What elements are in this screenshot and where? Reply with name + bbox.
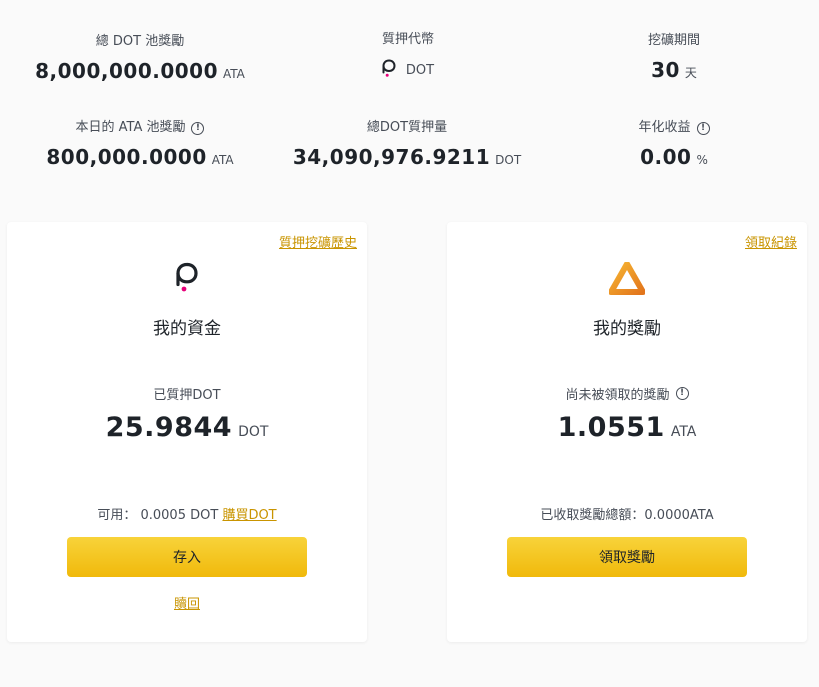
claim-records-link[interactable]: 領取紀錄 <box>745 232 797 251</box>
available-text: 可用： 0.0005 DOT <box>97 508 219 523</box>
staked-label: 已質押DOT <box>153 388 221 403</box>
stat-value: 800,000.0000 ATA <box>40 145 240 169</box>
card-title: 我的獎勵 <box>593 319 661 339</box>
stat-value: 0.00 % <box>574 145 774 169</box>
stat-number: 0.00 <box>640 145 692 169</box>
my-funds-card: 質押挖礦歷史 我的資金 已質押DOT 25.9844 DOT 可用： 0.000… <box>7 222 367 642</box>
stat-label-text: 本日的 ATA 池獎勵 <box>75 120 186 135</box>
unclaimed-label-text: 尚未被領取的獎勵 <box>565 388 670 403</box>
staked-amount: 25.9844 DOT <box>7 412 367 443</box>
stat-mining-period: 挖礦期間 30 天 <box>574 32 774 82</box>
stat-label: 本日的 ATA 池獎勵 ! <box>40 119 240 137</box>
stat-unit: ATA <box>211 153 234 167</box>
card-title: 我的資金 <box>153 319 221 339</box>
info-icon[interactable]: ! <box>675 387 689 400</box>
claim-rewards-button[interactable]: 領取獎勵 <box>507 537 747 577</box>
unclaimed-value: 1.0551 <box>557 412 665 443</box>
redeem-link[interactable]: 贖回 <box>7 593 367 612</box>
stat-total-staked: 總DOT質押量 34,090,976.9211 DOT <box>287 119 527 169</box>
stat-number: 800,000.0000 <box>46 145 207 169</box>
deposit-button[interactable]: 存入 <box>67 537 307 577</box>
unclaimed-label: 尚未被領取的獎勵 ! <box>447 384 807 403</box>
staked-value: 25.9844 <box>105 412 233 443</box>
staking-history-link[interactable]: 質押挖礦歷史 <box>279 232 357 251</box>
stat-label: 年化收益 ! <box>574 119 774 137</box>
stat-unit: 天 <box>684 66 697 80</box>
polkadot-logo-icon <box>7 262 367 292</box>
buy-dot-link[interactable]: 購買DOT <box>222 508 276 523</box>
stat-apy: 年化收益 ! 0.00 % <box>574 119 774 169</box>
stat-label: 質押代幣 <box>381 32 434 47</box>
unclaimed-amount: 1.0551 ATA <box>447 412 807 443</box>
stat-number: 8,000,000.0000 <box>35 59 218 83</box>
stat-number: 30 <box>651 58 680 82</box>
token-row: DOT <box>308 59 508 81</box>
info-icon[interactable]: ! <box>696 121 710 135</box>
stat-label: 挖礦期間 <box>647 33 700 48</box>
polkadot-logo-icon <box>382 59 396 81</box>
staked-unit: DOT <box>238 424 269 440</box>
claimed-total: 已收取獎勵總額：0.0000ATA <box>540 508 714 523</box>
stat-label-text: 年化收益 <box>638 120 691 135</box>
stat-unit: % <box>696 153 708 167</box>
stat-staking-token: 質押代幣 DOT <box>308 31 508 81</box>
stat-value: 8,000,000.0000 ATA <box>35 59 245 83</box>
stat-unit: DOT <box>495 153 522 167</box>
token-name: DOT <box>405 62 435 78</box>
stat-value: 34,090,976.9211 DOT <box>287 145 527 169</box>
stat-label: 總 DOT 池獎勵 <box>95 34 185 49</box>
my-rewards-card: 領取紀錄 我的獎勵 尚未被領取的獎勵 ! 1.0551 ATA 已收取獎勵總額：… <box>447 222 807 642</box>
unclaimed-unit: ATA <box>670 424 697 440</box>
stat-daily-pool: 本日的 ATA 池獎勵 ! 800,000.0000 ATA <box>40 119 240 169</box>
stat-pool-total: 總 DOT 池獎勵 8,000,000.0000 ATA <box>35 33 245 83</box>
stat-unit: ATA <box>223 67 245 81</box>
info-icon[interactable]: ! <box>191 121 205 135</box>
available-balance: 可用： 0.0005 DOT 購買DOT <box>7 504 367 523</box>
ata-logo-icon <box>447 262 807 296</box>
stat-number: 34,090,976.9211 <box>292 145 491 169</box>
stat-label: 總DOT質押量 <box>366 120 448 135</box>
stat-value: 30 天 <box>574 58 774 82</box>
